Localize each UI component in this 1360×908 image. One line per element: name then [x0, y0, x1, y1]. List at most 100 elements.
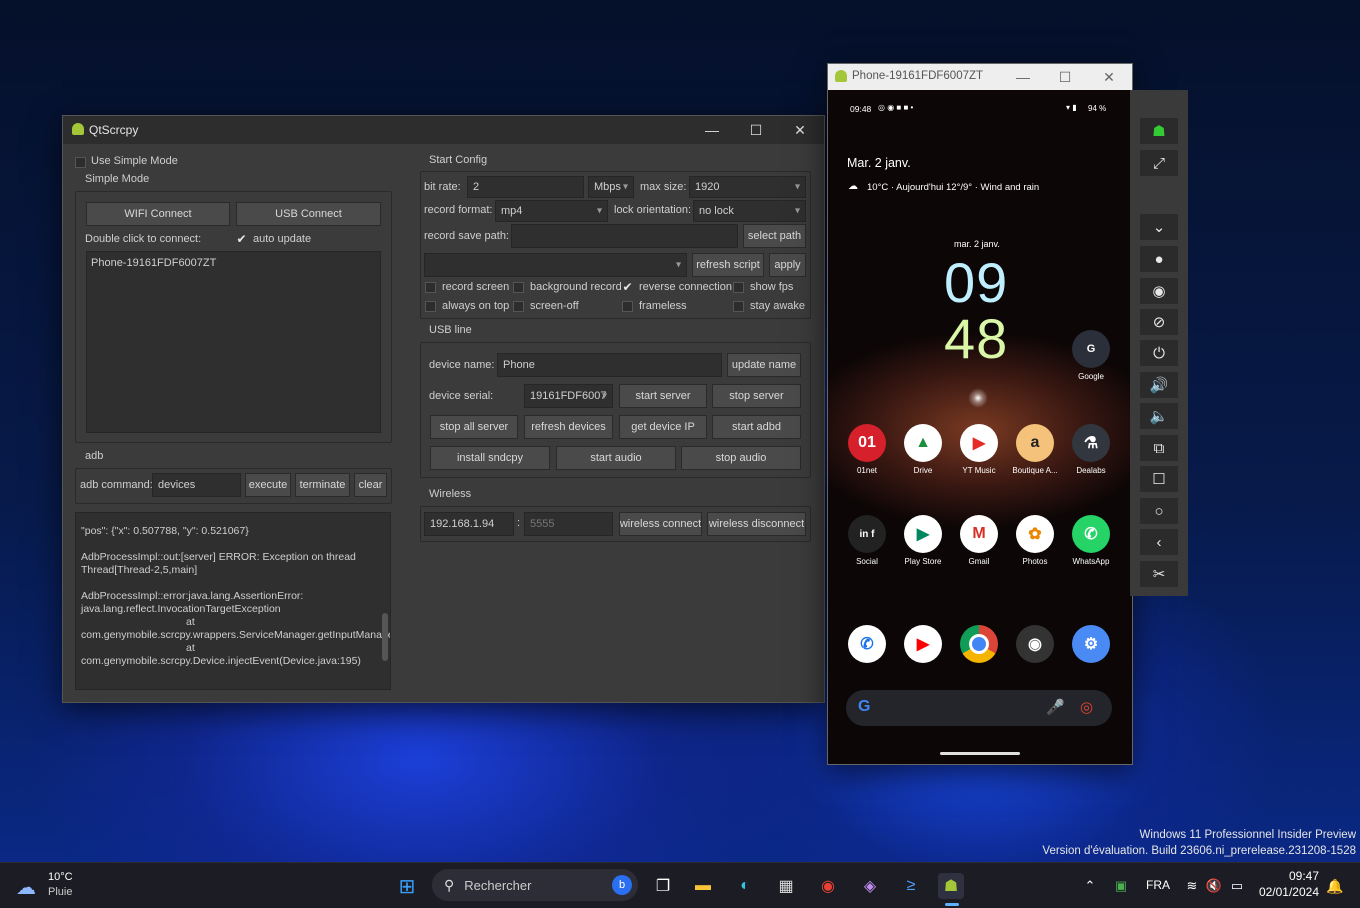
update-name-button[interactable]: update name — [727, 353, 801, 377]
app-switch-icon[interactable]: ⧉ — [1140, 435, 1178, 461]
auto-update-checkbox[interactable]: ✔ auto update — [236, 233, 311, 246]
clock-date[interactable]: 02/01/2024 — [1259, 885, 1319, 899]
scissors-icon[interactable]: ✂ — [1140, 561, 1178, 587]
select-path-button[interactable]: select path — [743, 224, 806, 248]
app-01net[interactable]: 01 01net — [840, 424, 894, 475]
qtscrcpy-taskbar-icon[interactable]: ☗ — [938, 873, 964, 899]
eye-off-icon[interactable]: ⊘ — [1140, 309, 1178, 335]
weather-widget[interactable]: ☁ 10°C Pluie — [14, 869, 104, 901]
show-fps-checkbox[interactable]: show fps — [733, 281, 793, 293]
device-list-item[interactable]: Phone-19161FDF6007ZT — [91, 257, 376, 269]
app-whatsapp[interactable]: ✆ WhatsApp — [1064, 515, 1118, 566]
copilot-icon[interactable]: ◈ — [857, 873, 883, 899]
app-social-folder[interactable]: in f Social — [840, 515, 894, 566]
chrome-taskbar-icon[interactable]: ◉ — [815, 873, 841, 899]
dock-phone[interactable]: ✆ — [840, 625, 894, 663]
eye-icon[interactable]: ◉ — [1140, 278, 1178, 304]
record-format-select[interactable]: mp4 — [495, 200, 608, 222]
wireless-disconnect-button[interactable]: wireless disconnect — [707, 512, 806, 536]
google-folder[interactable]: G Google — [1064, 330, 1118, 381]
clock-time[interactable]: 09:47 — [1289, 869, 1319, 883]
minimize-button[interactable]: — — [697, 120, 727, 140]
android-toolbar-icon[interactable]: ☗ — [1140, 118, 1178, 144]
stay-awake-checkbox[interactable]: stay awake — [733, 300, 805, 312]
task-view-icon[interactable]: ❐ — [650, 873, 676, 899]
fullscreen-icon[interactable]: ⤢ — [1140, 150, 1178, 176]
wireless-port-input[interactable]: 5555 — [524, 512, 613, 536]
app-play-store[interactable]: ▶ Play Store — [896, 515, 950, 566]
powershell-icon[interactable]: ≥ — [898, 873, 924, 899]
script-select[interactable] — [424, 253, 687, 277]
install-sndcpy-button[interactable]: install sndcpy — [430, 446, 550, 470]
device-name-input[interactable]: Phone — [497, 353, 722, 377]
store-icon[interactable]: ▦ — [773, 873, 799, 899]
app-yt-music[interactable]: ▶ YT Music — [952, 424, 1006, 475]
log-output[interactable]: "pos": {"x": 0.507788, "y": 0.521067} Ad… — [75, 512, 391, 690]
expand-icon[interactable]: ⌄ — [1140, 214, 1178, 240]
frameless-checkbox[interactable]: frameless — [622, 300, 687, 312]
lock-orientation-select[interactable]: no lock — [693, 200, 806, 222]
app-dealabs[interactable]: ⚗ Dealabs — [1064, 424, 1118, 475]
dock-settings[interactable]: ⚙ — [1064, 625, 1118, 663]
start-adbd-button[interactable]: start adbd — [712, 415, 801, 439]
start-audio-button[interactable]: start audio — [556, 446, 676, 470]
app-boutique-amazon[interactable]: a Boutique A... — [1008, 424, 1062, 475]
dock-chrome[interactable] — [952, 625, 1006, 663]
app-drive[interactable]: ▲ Drive — [896, 424, 950, 475]
dock-youtube[interactable]: ▶ — [896, 625, 950, 663]
record-icon[interactable]: ● — [1140, 246, 1178, 272]
taskbar-search[interactable]: ⚲ Rechercher b — [432, 869, 638, 901]
clear-button[interactable]: clear — [354, 473, 387, 497]
back-icon[interactable]: ‹ — [1140, 529, 1178, 555]
usb-connect-button[interactable]: USB Connect — [236, 202, 381, 226]
stop-all-server-button[interactable]: stop all server — [430, 415, 518, 439]
device-list[interactable]: Phone-19161FDF6007ZT — [86, 251, 381, 433]
wireless-connect-button[interactable]: wireless connect — [619, 512, 702, 536]
device-serial-select[interactable]: 19161FDF6007 — [524, 384, 613, 408]
start-server-button[interactable]: start server — [619, 384, 707, 408]
home-circle-icon[interactable]: ○ — [1140, 498, 1178, 524]
notification-bell-icon[interactable]: 🔔 — [1322, 873, 1348, 899]
stop-server-button[interactable]: stop server — [712, 384, 801, 408]
bit-rate-input[interactable]: 2 — [467, 176, 584, 198]
refresh-script-button[interactable]: refresh script — [692, 253, 764, 277]
maximize-button[interactable]: ☐ — [1050, 67, 1080, 87]
adb-command-input[interactable]: devices — [152, 473, 241, 497]
simple-mode-checkbox[interactable] — [75, 157, 86, 168]
battery-tray-icon[interactable]: ▭ — [1224, 873, 1250, 899]
wireless-ip-input[interactable]: 192.168.1.94 — [424, 512, 514, 536]
max-size-select[interactable]: 1920 — [689, 176, 806, 198]
bit-rate-unit-select[interactable]: Mbps — [588, 176, 634, 198]
background-record-checkbox[interactable]: background record — [513, 281, 622, 293]
file-explorer-icon[interactable]: ▬ — [690, 873, 716, 899]
dock-camera[interactable]: ◉ — [1008, 625, 1062, 663]
chevron-up-icon[interactable]: ⌃ — [1077, 873, 1103, 899]
volume-down-icon[interactable]: 🔈 — [1140, 403, 1178, 429]
close-button[interactable]: ✕ — [1094, 67, 1124, 87]
power-icon[interactable]: ⏻ — [1140, 340, 1178, 366]
get-device-ip-button[interactable]: get device IP — [619, 415, 707, 439]
phone-screen[interactable]: 09:48 ◎ ◉ ■ ■ • ▾ ▮ 94 % Mar. 2 janv. ☁ … — [828, 90, 1132, 764]
apply-button[interactable]: apply — [769, 253, 806, 277]
home-square-icon[interactable]: ☐ — [1140, 466, 1178, 492]
search-bar[interactable]: G 🎤 ◎ — [846, 690, 1112, 726]
minimize-button[interactable]: — — [1008, 67, 1038, 87]
app-photos[interactable]: ✿ Photos — [1008, 515, 1062, 566]
close-button[interactable]: ✕ — [785, 120, 815, 140]
always-on-top-checkbox[interactable]: always on top — [425, 300, 509, 312]
refresh-devices-button[interactable]: refresh devices — [524, 415, 613, 439]
wifi-connect-button[interactable]: WIFI Connect — [86, 202, 230, 226]
reverse-connection-checkbox[interactable]: ✔ reverse connection — [622, 281, 731, 294]
stop-audio-button[interactable]: stop audio — [681, 446, 801, 470]
maximize-button[interactable]: ☐ — [741, 120, 771, 140]
tray-app-icon[interactable]: ▣ — [1108, 873, 1134, 899]
log-scrollbar[interactable] — [382, 613, 388, 661]
execute-button[interactable]: execute — [245, 473, 291, 497]
record-screen-checkbox[interactable]: record screen — [425, 281, 509, 293]
windows-start-icon[interactable]: ⊞ — [394, 873, 420, 899]
gesture-bar[interactable] — [940, 752, 1020, 755]
screen-off-checkbox[interactable]: screen-off — [513, 300, 579, 312]
volume-up-icon[interactable]: 🔊 — [1140, 372, 1178, 398]
terminate-button[interactable]: terminate — [295, 473, 350, 497]
app-gmail[interactable]: M Gmail — [952, 515, 1006, 566]
